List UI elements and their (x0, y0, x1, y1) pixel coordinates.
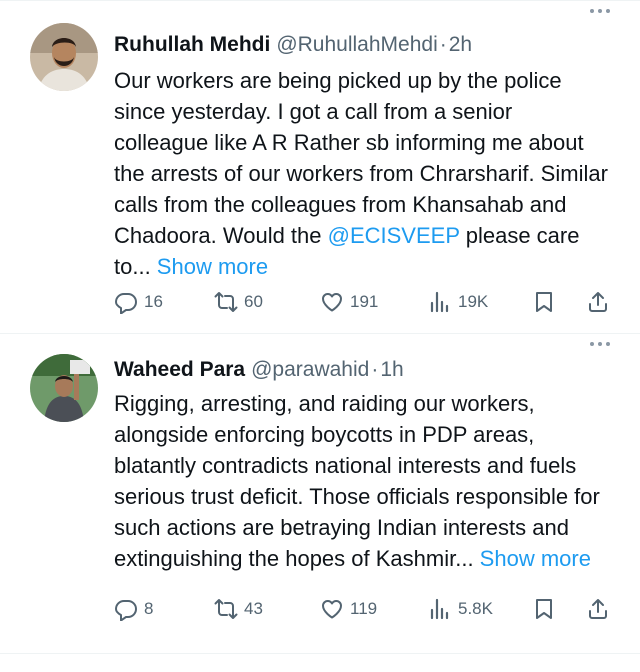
reply-button[interactable]: 16 (114, 290, 214, 314)
reply-icon (114, 290, 138, 314)
more-icon[interactable] (590, 342, 610, 346)
bookmark-button[interactable] (532, 597, 582, 621)
show-more-link[interactable]: Show more (157, 254, 268, 279)
action-bar: 16 60 191 19K (114, 287, 610, 317)
views-icon (428, 597, 452, 621)
retweet-icon (214, 597, 238, 621)
separator: · (371, 358, 379, 381)
like-count: 119 (350, 599, 378, 618)
timestamp[interactable]: 1h (380, 358, 403, 382)
author-name[interactable]: Waheed Para (114, 358, 245, 382)
retweet-count: 43 (244, 599, 263, 618)
tweet-text: Rigging, arresting, and raiding our work… (114, 388, 612, 574)
show-more-link[interactable]: Show more (480, 546, 591, 571)
tweet-card[interactable]: Ruhullah Mehdi @RuhullahMehdi · 2h Our w… (0, 0, 640, 334)
retweet-count: 60 (244, 292, 263, 311)
separator: · (439, 33, 447, 56)
timestamp[interactable]: 2h (449, 33, 472, 57)
tweet-header: Waheed Para @parawahid · 1h (114, 354, 610, 386)
views-count: 5.8K (458, 599, 493, 618)
tweet-card[interactable]: Waheed Para @parawahid · 1h Rigging, arr… (0, 334, 640, 654)
share-button[interactable] (586, 597, 610, 621)
retweet-button[interactable]: 60 (214, 290, 320, 314)
views-button[interactable]: 19K (428, 290, 532, 314)
bookmark-icon (532, 290, 556, 314)
retweet-icon (214, 290, 238, 314)
views-button[interactable]: 5.8K (428, 597, 532, 621)
tweet-text: Our workers are being picked up by the p… (114, 65, 612, 282)
like-button[interactable]: 119 (320, 597, 428, 621)
bookmark-button[interactable] (532, 290, 582, 314)
views-icon (428, 290, 452, 314)
like-count: 191 (350, 292, 379, 311)
author-handle[interactable]: @RuhullahMehdi (276, 33, 437, 57)
tweet-feed: Ruhullah Mehdi @RuhullahMehdi · 2h Our w… (0, 0, 640, 654)
reply-button[interactable]: 8 (114, 597, 214, 621)
share-button[interactable] (586, 290, 610, 314)
action-bar: 8 43 119 5.8K (114, 594, 610, 624)
reply-count: 8 (144, 599, 154, 618)
more-icon[interactable] (590, 9, 610, 13)
author-handle[interactable]: @parawahid (251, 358, 369, 382)
retweet-button[interactable]: 43 (214, 597, 320, 621)
tweet-text-body: Rigging, arresting, and raiding our work… (114, 391, 600, 571)
reply-icon (114, 597, 138, 621)
tweet-header: Ruhullah Mehdi @RuhullahMehdi · 2h (114, 29, 610, 61)
reply-count: 16 (144, 292, 163, 311)
share-icon (586, 597, 610, 621)
share-icon (586, 290, 610, 314)
avatar[interactable] (30, 354, 98, 422)
tweet-text-body: Our workers are being picked up by the p… (114, 68, 608, 248)
views-count: 19K (458, 292, 489, 311)
bookmark-icon (532, 597, 556, 621)
mention-link[interactable]: @ECISVEEP (328, 223, 460, 248)
author-name[interactable]: Ruhullah Mehdi (114, 33, 270, 57)
heart-icon (320, 597, 344, 621)
heart-icon (320, 290, 344, 314)
avatar[interactable] (30, 23, 98, 91)
like-button[interactable]: 191 (320, 290, 428, 314)
